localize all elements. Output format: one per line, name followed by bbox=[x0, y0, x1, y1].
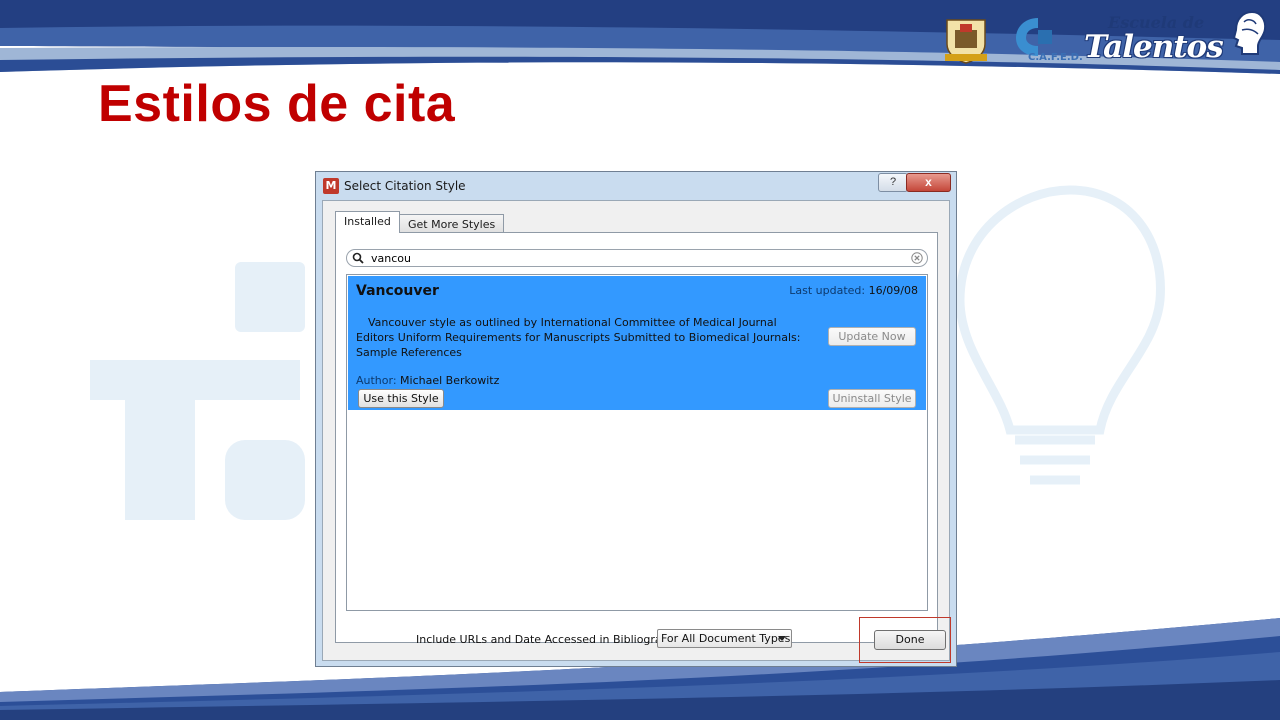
done-highlight-box bbox=[859, 617, 951, 663]
dialog-body: Installed Get More Styles Vancouver L bbox=[322, 200, 950, 661]
use-this-style-button[interactable]: Use this Style bbox=[358, 389, 444, 408]
search-box[interactable] bbox=[346, 249, 928, 267]
list-item-vancouver[interactable]: Vancouver Last updated: 16/09/08 Vancouv… bbox=[348, 276, 926, 410]
uninstall-style-button[interactable]: Uninstall Style bbox=[828, 389, 916, 408]
update-now-button[interactable]: Update Now bbox=[828, 327, 916, 346]
last-updated-label: Last updated: bbox=[789, 284, 866, 297]
search-icon bbox=[352, 252, 364, 264]
installed-tab-panel: Vancouver Last updated: 16/09/08 Vancouv… bbox=[335, 232, 938, 643]
help-button[interactable]: ? bbox=[878, 173, 908, 192]
search-input[interactable] bbox=[371, 251, 901, 265]
style-description: Vancouver style as outlined by Internati… bbox=[356, 316, 801, 359]
dialog-title: Select Citation Style bbox=[344, 179, 466, 193]
last-updated-value: 16/09/08 bbox=[868, 284, 918, 297]
cafed-logo-text: C.A.F.E.D. bbox=[1028, 52, 1083, 63]
clear-search-icon[interactable] bbox=[911, 252, 923, 264]
chevron-down-icon bbox=[778, 636, 786, 641]
style-name: Vancouver bbox=[356, 283, 439, 299]
document-types-select[interactable]: For All Document Types bbox=[657, 629, 792, 648]
style-author: Author: Michael Berkowitz bbox=[356, 374, 499, 387]
brain-head-icon bbox=[1232, 10, 1267, 55]
last-updated: Last updated: 16/09/08 bbox=[789, 284, 918, 297]
dialog-titlebar[interactable]: M Select Citation Style ? x bbox=[316, 172, 956, 200]
slide-title: Estilos de cita bbox=[98, 75, 456, 133]
author-value: Michael Berkowitz bbox=[400, 374, 500, 387]
document-types-select-value: For All Document Types bbox=[661, 632, 791, 645]
include-urls-label: Include URLs and Date Accessed in Biblio… bbox=[416, 633, 695, 646]
talentos-logo-text: Talentos bbox=[1084, 29, 1224, 65]
tab-installed[interactable]: Installed bbox=[335, 211, 400, 233]
author-label: Author: bbox=[356, 374, 397, 387]
tab-get-more-styles[interactable]: Get More Styles bbox=[399, 214, 505, 234]
citation-style-dialog: M Select Citation Style ? x Installed Ge… bbox=[315, 171, 957, 667]
styles-list[interactable]: Vancouver Last updated: 16/09/08 Vancouv… bbox=[346, 274, 928, 611]
school-shield-logo bbox=[945, 19, 987, 64]
close-button[interactable]: x bbox=[906, 173, 951, 192]
mendeley-app-icon: M bbox=[323, 178, 339, 194]
